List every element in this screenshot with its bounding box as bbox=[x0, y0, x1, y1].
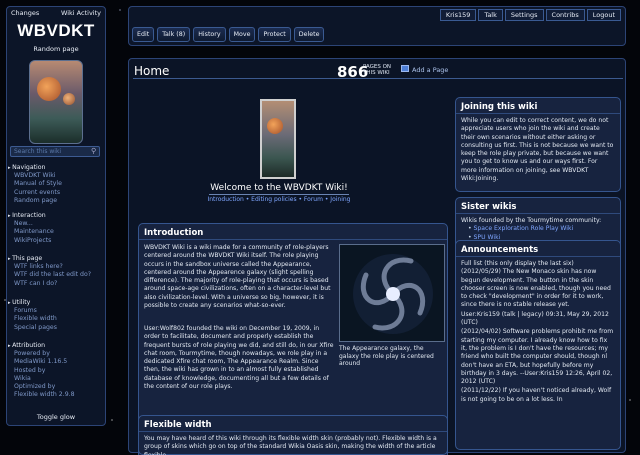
nav-section: InteractionNew...MaintenanceWikiProjects bbox=[8, 212, 102, 245]
nav-item[interactable]: New... bbox=[8, 220, 102, 228]
nav-item[interactable]: WTF can I do? bbox=[8, 280, 102, 288]
nav-item[interactable]: Optimized by bbox=[8, 383, 102, 391]
rail-top-links: Changes Wiki Activity bbox=[7, 7, 105, 19]
sister-wiki-link[interactable]: Space Exploration Role Play Wiki bbox=[468, 225, 615, 233]
nav-section: UtilityForumsFlexible widthSpecial pages bbox=[8, 299, 102, 332]
nav-item[interactable]: MediaWiki 1.16.5 bbox=[8, 358, 102, 366]
introduction-heading: Introduction bbox=[139, 224, 447, 240]
random-page-link[interactable]: Random page bbox=[7, 45, 105, 53]
joining-heading: Joining this wiki bbox=[456, 98, 620, 114]
action-button[interactable]: Edit bbox=[132, 27, 155, 42]
galaxy-caption: The Appearance galaxy, the galaxy the ro… bbox=[339, 345, 434, 367]
user-link[interactable]: Logout bbox=[586, 9, 621, 21]
nav-section-heading[interactable]: This page bbox=[8, 255, 102, 263]
nav-item[interactable]: Random page bbox=[8, 197, 102, 205]
add-page-icon[interactable] bbox=[401, 65, 409, 72]
divider bbox=[133, 78, 623, 79]
user-link[interactable]: Settings bbox=[504, 9, 544, 21]
joining-text: While you can edit to correct content, w… bbox=[461, 117, 614, 183]
search-icon[interactable]: ⚲ bbox=[91, 147, 96, 155]
nav-item[interactable]: WTF did the last edit do? bbox=[8, 271, 102, 279]
main-content: Home 866 PAGES ON THIS WIKI Add a Page W… bbox=[128, 58, 626, 455]
nav-item[interactable]: Special pages bbox=[8, 324, 102, 332]
nav-section-heading[interactable]: Interaction bbox=[8, 212, 102, 220]
nav-item[interactable]: Flexible width bbox=[8, 315, 102, 323]
welcome-links[interactable]: Introduction • Editing policies • Forum … bbox=[189, 196, 369, 203]
nav-item[interactable]: Hosted by bbox=[8, 367, 102, 375]
page-actions: Edit Talk (8) History Move Protect Delete bbox=[132, 27, 327, 42]
search-input[interactable]: Search this wiki bbox=[10, 146, 100, 157]
flexible-width-text: You may have heard of this wiki through … bbox=[144, 435, 437, 455]
introduction-text-2: User:Wolf802 founded the wiki on Decembe… bbox=[144, 325, 334, 391]
welcome-title: Welcome to the WBVDKT Wiki! bbox=[210, 183, 348, 193]
wiki-logo[interactable] bbox=[29, 60, 83, 144]
nav-item[interactable]: WikiProjects bbox=[8, 237, 102, 245]
nav-section-heading[interactable]: Attribution bbox=[8, 342, 102, 350]
sister-wikis-heading: Sister wikis bbox=[456, 198, 620, 214]
changes-link[interactable]: Changes bbox=[11, 9, 39, 17]
announcements-full-list-link[interactable]: Full list (this only display the last si… bbox=[461, 260, 615, 268]
nav-item[interactable]: Manual of Style bbox=[8, 180, 102, 188]
announcement-item: User:Kris159 (talk | legacy) 09:31, May … bbox=[461, 310, 609, 327]
wiki-activity-link[interactable]: Wiki Activity bbox=[61, 9, 101, 17]
user-links: Kris159 Talk Settings Contribs Logout bbox=[438, 9, 621, 21]
announcement-item: (2012/05/29) The New Monaco skin has now… bbox=[461, 268, 611, 309]
nav-item[interactable]: Wikia bbox=[8, 375, 102, 383]
divider bbox=[209, 194, 349, 195]
nav-section: AttributionPowered byMediaWiki 1.16.5Hos… bbox=[8, 342, 102, 399]
action-button[interactable]: History bbox=[193, 27, 226, 42]
nav-item[interactable]: Powered by bbox=[8, 350, 102, 358]
user-link[interactable]: Talk bbox=[478, 9, 503, 21]
announcement-item: (2012/04/02) Software problems prohibit … bbox=[461, 328, 614, 386]
announcement-item: (2011/12/22) If you haven't noticed alre… bbox=[461, 387, 612, 403]
action-button[interactable]: Protect bbox=[258, 27, 291, 42]
flexible-width-box: Flexible width You may have heard of thi… bbox=[138, 415, 448, 455]
nav-section: NavigationWBVDKT WikiManual of StyleCurr… bbox=[8, 164, 102, 205]
nav-section-heading[interactable]: Navigation bbox=[8, 164, 102, 172]
user-link[interactable]: Contribs bbox=[545, 9, 585, 21]
page-title: Home bbox=[134, 64, 170, 78]
nav-item[interactable]: WTF links here? bbox=[8, 263, 102, 271]
nav-item[interactable]: WBVDKT Wiki bbox=[8, 172, 102, 180]
joining-box: Joining this wiki While you can edit to … bbox=[455, 97, 621, 192]
nav-item[interactable]: Flexible width 2.9.8 bbox=[8, 391, 102, 399]
action-button[interactable]: Move bbox=[228, 27, 256, 42]
nav-item[interactable]: Current events bbox=[8, 189, 102, 197]
top-bar: Kris159 Talk Settings Contribs Logout Edit Ta… bbox=[128, 6, 626, 46]
user-link[interactable]: Kris159 bbox=[439, 9, 477, 21]
sister-wikis-lead: Wikis founded by the Tourmytime communit… bbox=[461, 217, 602, 224]
wiki-wordmark[interactable]: WBVDKT bbox=[7, 21, 105, 41]
flexible-width-heading: Flexible width bbox=[139, 416, 447, 432]
action-button[interactable]: Talk (8) bbox=[157, 27, 191, 42]
introduction-text: WBVDKT Wiki is a wiki made for a communi… bbox=[144, 244, 331, 310]
action-button[interactable]: Delete bbox=[293, 27, 325, 42]
toggle-glow-button[interactable]: Toggle glow bbox=[7, 413, 105, 421]
nav-section: This pageWTF links here?WTF did the last… bbox=[8, 255, 102, 288]
add-page-link[interactable]: Add a Page bbox=[412, 66, 448, 74]
nav-item[interactable]: Maintenance bbox=[8, 228, 102, 236]
galaxy-image[interactable] bbox=[339, 244, 445, 342]
announcements-heading: Announcements bbox=[456, 241, 620, 257]
page-count-label: PAGES ON THIS WIKI bbox=[363, 64, 392, 76]
announcements-box: Announcements Full list (this only displ… bbox=[455, 240, 621, 450]
nav-section-heading[interactable]: Utility bbox=[8, 299, 102, 307]
welcome-logo bbox=[260, 99, 296, 179]
nav-item[interactable]: Forums bbox=[8, 307, 102, 315]
